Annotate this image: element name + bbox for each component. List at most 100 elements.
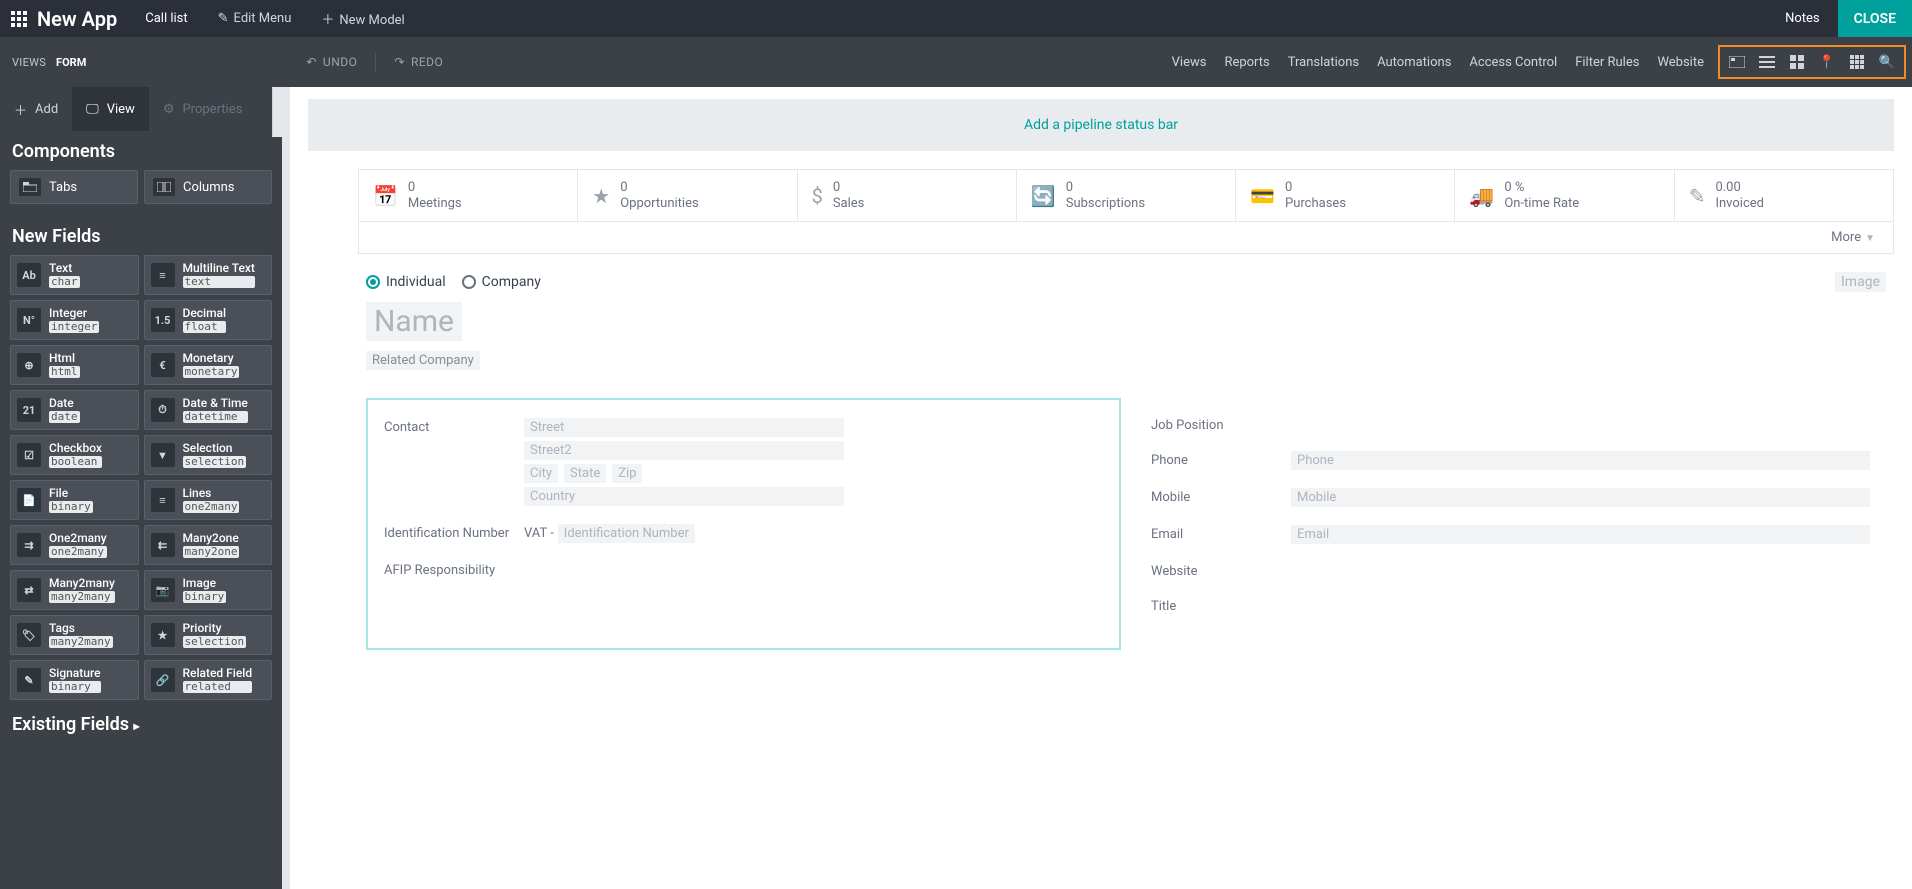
field-float-3[interactable]: 1.5Decimalfloat	[144, 300, 273, 340]
kanban-view-icon[interactable]	[1788, 53, 1806, 71]
nav-reports[interactable]: Reports	[1224, 55, 1269, 70]
stat-opportunities[interactable]: ★0Opportunities	[578, 170, 797, 221]
field-html-4[interactable]: ⊕Htmlhtml	[10, 345, 139, 385]
nav-access-control[interactable]: Access Control	[1469, 55, 1557, 70]
stat-subscriptions[interactable]: 🔄0Subscriptions	[1017, 170, 1236, 221]
id-number-input[interactable]: Identification Number	[558, 524, 695, 543]
existing-fields-title[interactable]: Existing Fields ▸	[0, 700, 282, 743]
phone-input[interactable]: Phone	[1291, 451, 1870, 470]
field-icon: ≡	[151, 263, 175, 287]
street-input[interactable]: Street	[524, 418, 844, 437]
field-binary-18[interactable]: ✎Signaturebinary	[10, 660, 139, 700]
stat-purchases[interactable]: 💳0Purchases	[1236, 170, 1455, 221]
components-title: Components	[0, 131, 282, 170]
stat-icon: 🚚	[1469, 184, 1494, 208]
canvas: Add a pipeline status bar 📅0Meetings★0Op…	[290, 87, 1912, 889]
stat-on-time-rate[interactable]: 🚚0 %On-time Rate	[1455, 170, 1674, 221]
app-title[interactable]: New App	[37, 7, 117, 31]
field-name: Date	[49, 397, 80, 410]
stat-meetings[interactable]: 📅0Meetings	[359, 170, 578, 221]
tab-view[interactable]: 🖵View	[72, 87, 149, 131]
stat-sales[interactable]: $0Sales	[798, 170, 1017, 221]
field-one2many-11[interactable]: ≡Linesone2many	[144, 480, 273, 520]
stat-invoiced[interactable]: ✎0.00Invoiced	[1675, 170, 1893, 221]
map-view-icon[interactable]: 📍	[1818, 53, 1836, 71]
city-input[interactable]: City	[524, 464, 558, 483]
field-icon: ☑	[17, 443, 41, 467]
field-selection-9[interactable]: ▼Selectionselection	[144, 435, 273, 475]
field-boolean-8[interactable]: ☑Checkboxboolean	[10, 435, 139, 475]
id-number-label: Identification Number	[384, 524, 524, 543]
zip-input[interactable]: Zip	[612, 464, 642, 483]
radio-company[interactable]: Company	[462, 274, 541, 290]
component-tabs[interactable]: Tabs	[10, 170, 138, 204]
field-type: related	[183, 681, 253, 693]
form-view-icon[interactable]	[1728, 53, 1746, 71]
component-columns[interactable]: Columns	[144, 170, 272, 204]
tab-properties[interactable]: ⚙Properties	[149, 87, 256, 131]
nav-translations[interactable]: Translations	[1288, 55, 1359, 70]
contact-column[interactable]: Contact Street Street2 City State Zip Co…	[366, 398, 1121, 650]
nav-filter-rules[interactable]: Filter Rules	[1575, 55, 1639, 70]
field-one2many-12[interactable]: ⇉One2manyone2many	[10, 525, 139, 565]
undo-button[interactable]: ↶UNDO	[306, 55, 357, 69]
field-type: boolean	[49, 456, 102, 468]
state-input[interactable]: State	[564, 464, 606, 483]
field-text-1[interactable]: ≡Multiline Texttext	[144, 255, 273, 295]
form-breadcrumb[interactable]: FORM	[56, 56, 86, 69]
field-selection-17[interactable]: ★Priorityselection	[144, 615, 273, 655]
close-button[interactable]: CLOSE	[1838, 0, 1912, 37]
field-icon: 1.5	[151, 308, 175, 332]
company-type-radio: Individual Company Image	[366, 272, 1886, 292]
field-many2many-14[interactable]: ⇄Many2manymany2many	[10, 570, 139, 610]
field-datetime-7[interactable]: ⏱Date & Timedatetime	[144, 390, 273, 430]
field-type: one2many	[183, 501, 240, 513]
field-type: date	[49, 411, 80, 423]
field-char-0[interactable]: AbTextchar	[10, 255, 139, 295]
notes-link[interactable]: Notes	[1767, 11, 1838, 26]
edit-menu-label: Edit Menu	[234, 11, 292, 26]
country-input[interactable]: Country	[524, 487, 844, 506]
add-pipeline-button[interactable]: Add a pipeline status bar	[308, 99, 1894, 151]
stat-icon: 📅	[373, 184, 398, 208]
apps-icon[interactable]	[0, 0, 37, 37]
new-model-link[interactable]: ＋New Model	[321, 9, 404, 28]
email-input[interactable]: Email	[1291, 525, 1870, 544]
field-binary-15[interactable]: 📷Imagebinary	[144, 570, 273, 610]
field-date-6[interactable]: 21 Datedate	[10, 390, 139, 430]
stat-value: 0	[1285, 180, 1346, 196]
nav-website[interactable]: Website	[1657, 55, 1704, 70]
field-many2one-13[interactable]: ⇇Many2onemany2one	[144, 525, 273, 565]
field-many2many-16[interactable]: 🏷Tagsmany2many	[10, 615, 139, 655]
phone-label: Phone	[1151, 451, 1291, 470]
stat-icon: $	[812, 184, 823, 208]
field-name: File	[49, 487, 93, 500]
field-related-19[interactable]: 🔗Related Fieldrelated	[144, 660, 273, 700]
field-binary-10[interactable]: 📄Filebinary	[10, 480, 139, 520]
search-icon[interactable]: 🔍	[1878, 53, 1896, 71]
call-list-link[interactable]: Call list	[145, 11, 187, 26]
field-icon: ≡	[151, 488, 175, 512]
sidebar-scrollbar[interactable]	[272, 87, 282, 137]
name-field[interactable]: Name	[366, 302, 462, 341]
field-icon: 21	[17, 398, 41, 422]
related-company-field[interactable]: Related Company	[366, 351, 480, 370]
tab-add[interactable]: ＋Add	[0, 87, 72, 131]
nav-views[interactable]: Views	[1172, 55, 1207, 70]
image-placeholder[interactable]: Image	[1835, 272, 1886, 292]
field-icon: 📷	[151, 578, 175, 602]
street2-input[interactable]: Street2	[524, 441, 844, 460]
radio-unchecked-icon	[462, 275, 476, 289]
grid-view-icon[interactable]	[1848, 53, 1866, 71]
radio-individual[interactable]: Individual	[366, 274, 446, 290]
field-integer-2[interactable]: N°Integerinteger	[10, 300, 139, 340]
more-button[interactable]: More▼	[358, 222, 1894, 254]
edit-menu-link[interactable]: ✎Edit Menu	[218, 11, 292, 26]
nav-automations[interactable]: Automations	[1377, 55, 1451, 70]
list-view-icon[interactable]	[1758, 53, 1776, 71]
mobile-input[interactable]: Mobile	[1291, 488, 1870, 507]
sub-nav: Views Reports Translations Automations A…	[1172, 55, 1704, 70]
field-monetary-5[interactable]: €Monetarymonetary	[144, 345, 273, 385]
resize-handle[interactable]	[282, 87, 290, 889]
redo-button[interactable]: ↷REDO	[394, 55, 443, 69]
